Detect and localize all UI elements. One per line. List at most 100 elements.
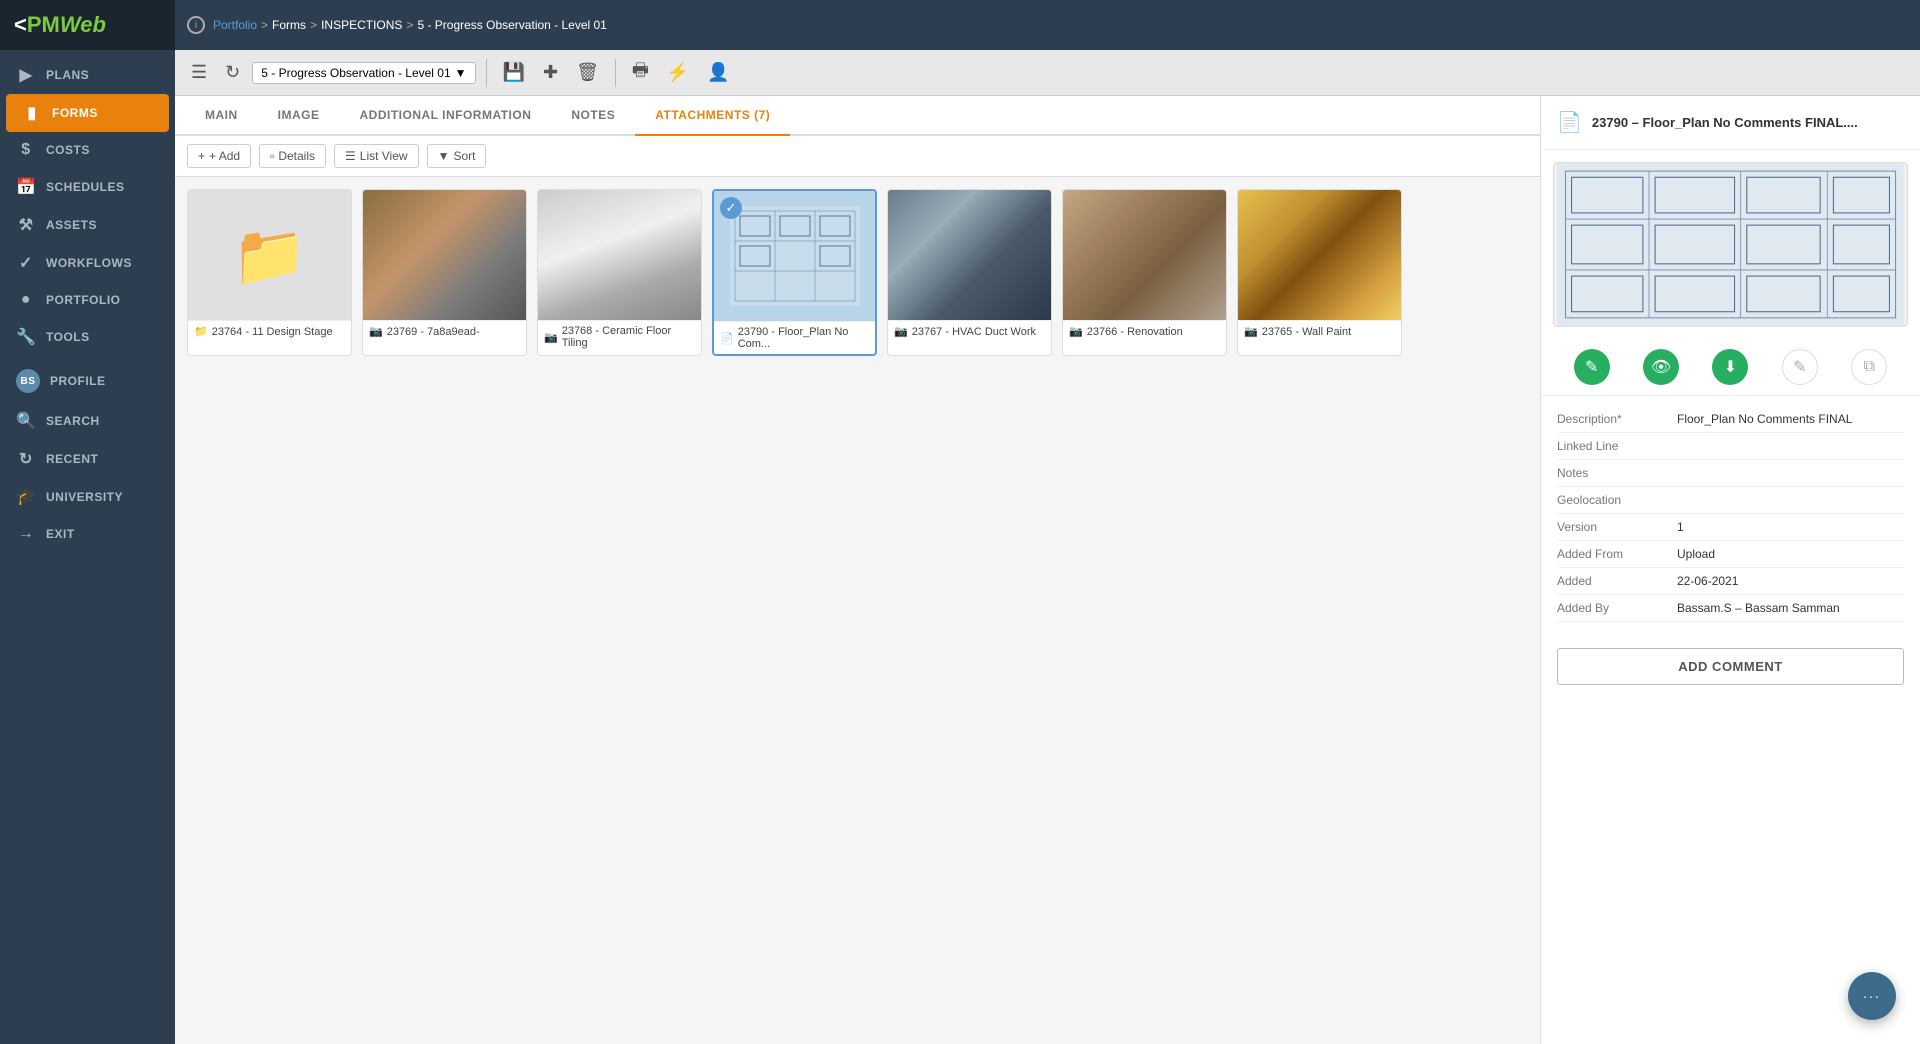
separator2	[615, 59, 616, 87]
menu-button[interactable]: ☰	[185, 58, 213, 87]
undo-button[interactable]: ↻	[219, 58, 246, 87]
details-button[interactable]: ▫ Details	[259, 144, 326, 168]
sidebar-item-label: Schedules	[46, 180, 125, 194]
sidebar-item-costs[interactable]: $ Costs	[0, 132, 175, 168]
image-icon: 📷	[894, 325, 908, 338]
delete-button[interactable]: 🗑	[570, 58, 605, 87]
gallery-label: 📷 23768 - Ceramic Floor Tiling	[538, 320, 701, 353]
sidebar: <PMWeb ▶ Plans ▮ Forms $ Costs 📅 Schedul…	[0, 0, 175, 1044]
tab-notes[interactable]: Notes	[551, 96, 635, 136]
sidebar-item-university[interactable]: 🎓 University	[0, 478, 175, 516]
sidebar-nav: ▶ Plans ▮ Forms $ Costs 📅 Schedules ⚒ As…	[0, 50, 175, 1044]
user-button[interactable]: 👤	[701, 58, 735, 87]
main-area: i Portfolio > Forms > INSPECTIONS > 5 - …	[175, 0, 1920, 1044]
copy-action-button[interactable]: ⧉	[1851, 349, 1887, 385]
sort-button[interactable]: ▼ Sort	[427, 144, 487, 168]
gallery-item-23766[interactable]: 📷 23766 - Renovation	[1062, 189, 1227, 356]
university-icon: 🎓	[16, 487, 36, 507]
save-button[interactable]: 💾	[497, 58, 531, 87]
gallery-item-23768[interactable]: 📷 23768 - Ceramic Floor Tiling	[537, 189, 702, 356]
sidebar-item-portfolio[interactable]: ● Portfolio	[0, 282, 175, 318]
gallery-item-23767[interactable]: 📷 23767 - HVAC Duct Work	[887, 189, 1052, 356]
meta-value-added: 22-06-2021	[1677, 574, 1738, 588]
tab-attachments[interactable]: Attachments (7)	[635, 96, 790, 136]
gallery-item-23765[interactable]: 📷 23765 - Wall Paint	[1237, 189, 1402, 356]
sidebar-item-forms[interactable]: ▮ Forms	[6, 94, 169, 132]
doc-icon: 📁	[194, 325, 208, 338]
tools-icon: 🔧	[16, 327, 36, 347]
tabs-bar: Main Image Additional Information Notes …	[175, 96, 1540, 136]
add-comment-button[interactable]: ADD COMMENT	[1557, 648, 1904, 685]
breadcrumb-page: 5 - Progress Observation - Level 01	[417, 18, 606, 32]
gallery-thumb	[363, 190, 526, 320]
sidebar-item-schedules[interactable]: 📅 Schedules	[0, 168, 175, 206]
gallery-area: 📁 📁 23764 - 11 Design Stage 📷 23769 - 7a…	[175, 177, 1540, 1044]
gallery-thumb	[538, 190, 701, 320]
meta-label: Geolocation	[1557, 493, 1677, 507]
left-panel: Main Image Additional Information Notes …	[175, 96, 1540, 1044]
image-icon: 📷	[1244, 325, 1258, 338]
sidebar-item-assets[interactable]: ⚒ Assets	[0, 206, 175, 244]
breadcrumb-inspections: INSPECTIONS	[321, 18, 402, 32]
sidebar-item-label: Forms	[52, 106, 98, 120]
gallery-item-23769[interactable]: 📷 23769 - 7a8a9ead-	[362, 189, 527, 356]
workflows-icon: ✓	[16, 253, 36, 273]
meta-label: Notes	[1557, 466, 1677, 480]
sidebar-item-label: Costs	[46, 143, 90, 157]
print-button[interactable]: 🖶	[626, 54, 655, 92]
tab-image[interactable]: Image	[258, 96, 340, 136]
add-attachment-button[interactable]: + + Add	[187, 144, 251, 168]
sort-icon: ▼	[438, 149, 450, 163]
lightning-button[interactable]: ⚡	[661, 58, 695, 87]
gallery-label: 📄 23790 - Floor_Plan No Com...	[714, 321, 875, 354]
dropdown-value: 5 - Progress Observation - Level 01	[261, 66, 450, 80]
edit-action-button[interactable]: ✎	[1574, 349, 1610, 385]
list-view-button[interactable]: ☰ List View	[334, 144, 419, 168]
costs-icon: $	[16, 141, 36, 159]
gallery-item-23764[interactable]: 📁 📁 23764 - 11 Design Stage	[187, 189, 352, 356]
logo: <PMWeb	[0, 0, 175, 50]
sidebar-item-label: Tools	[46, 330, 90, 344]
gallery-label: 📷 23769 - 7a8a9ead-	[363, 320, 526, 342]
blueprint-large-preview	[1554, 163, 1907, 326]
draw-action-button[interactable]: ✎	[1782, 349, 1818, 385]
forms-icon: ▮	[22, 103, 42, 123]
sidebar-item-label: Plans	[46, 68, 89, 82]
meta-value-description: Floor_Plan No Comments FINAL	[1677, 412, 1852, 426]
file-title: 23790 – Floor_Plan No Comments FINAL....	[1592, 115, 1858, 130]
view-action-button[interactable]: 👁	[1643, 349, 1679, 385]
sidebar-item-label: Exit	[46, 527, 75, 541]
download-action-button[interactable]: ⬇	[1712, 349, 1748, 385]
meta-row-added-from: Added From Upload	[1557, 541, 1904, 568]
gallery-label: 📷 23767 - HVAC Duct Work	[888, 320, 1051, 342]
sidebar-item-search[interactable]: 🔍 Search	[0, 402, 175, 440]
gallery-label: 📷 23765 - Wall Paint	[1238, 320, 1401, 342]
tab-additional[interactable]: Additional Information	[340, 96, 552, 136]
topbar: i Portfolio > Forms > INSPECTIONS > 5 - …	[175, 0, 1920, 50]
add-button[interactable]: ✚	[537, 58, 564, 87]
breadcrumb-forms: Forms	[272, 18, 306, 32]
sidebar-item-tools[interactable]: 🔧 Tools	[0, 318, 175, 356]
info-icon[interactable]: i	[187, 16, 205, 34]
image-icon: 📷	[1069, 325, 1083, 338]
meta-row-description: Description* Floor_Plan No Comments FINA…	[1557, 406, 1904, 433]
sidebar-item-plans[interactable]: ▶ Plans	[0, 56, 175, 94]
breadcrumb-portfolio[interactable]: Portfolio	[213, 18, 257, 32]
schedules-icon: 📅	[16, 177, 36, 197]
sidebar-item-recent[interactable]: ↻ Recent	[0, 440, 175, 478]
tab-main[interactable]: Main	[185, 96, 258, 136]
sidebar-item-workflows[interactable]: ✓ Workflows	[0, 244, 175, 282]
portfolio-icon: ●	[16, 291, 36, 309]
meta-table: Description* Floor_Plan No Comments FINA…	[1541, 396, 1920, 632]
meta-label: Added From	[1557, 547, 1677, 561]
meta-label: Added By	[1557, 601, 1677, 615]
sidebar-item-exit[interactable]: → Exit	[0, 516, 175, 552]
fab-button[interactable]: ∙∙∙	[1848, 972, 1896, 1020]
preview-area	[1553, 162, 1908, 327]
sidebar-item-profile[interactable]: BS Profile	[0, 360, 175, 402]
gallery-item-23790[interactable]: ✓	[712, 189, 877, 356]
assets-icon: ⚒	[16, 215, 36, 235]
recent-icon: ↻	[16, 449, 36, 469]
meta-row-geolocation: Geolocation	[1557, 487, 1904, 514]
record-dropdown[interactable]: 5 - Progress Observation - Level 01 ▼	[252, 62, 475, 84]
